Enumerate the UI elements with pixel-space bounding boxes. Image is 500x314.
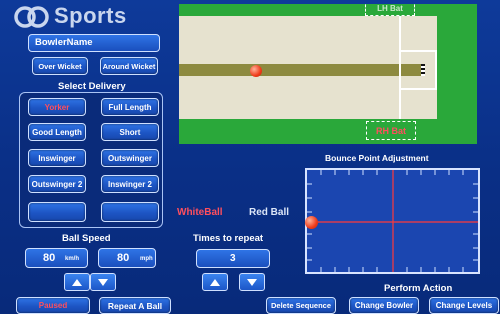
speed-mph-value: 80 [117,252,130,264]
times-to-repeat-heading: Times to repeat [193,233,264,244]
arrow-down-icon [247,278,257,286]
delivery-good-length-button[interactable]: Good Length [28,123,86,141]
delivery-full-length-button[interactable]: Full Length [101,98,159,116]
speed-kmh-unit: km/h [65,256,80,262]
ball-speed-heading: Ball Speed [62,233,111,244]
change-bowler-label: Change Bowler [354,301,414,310]
rh-bat-box[interactable]: RH Bat [366,121,416,140]
pitch-top-strip [179,4,477,8]
delivery-short-button[interactable]: Short [101,123,159,141]
over-wicket-label: Over Wicket [38,61,82,71]
arrow-up-icon [210,278,220,286]
repeat-a-ball-label: Repeat A Ball [107,300,163,311]
speed-mph-unit: mph [140,256,153,262]
around-wicket-label: Around Wicket [102,61,156,71]
arrow-up-icon [72,278,82,286]
return-crease-top [399,50,437,52]
bounce-point-grid[interactable] [305,168,480,274]
bowling-crease-line [435,50,437,89]
delete-sequence-button[interactable]: Delete Sequence [266,297,336,314]
logo-mark-icon [14,6,49,28]
bounce-grid-ticks [307,170,478,272]
bounce-point-heading: Bounce Point Adjustment [325,153,429,163]
delivery-short-label: Short [119,127,141,137]
perform-action-heading: Perform Action [384,283,453,294]
logo: Sports [14,3,154,28]
white-ball-option[interactable]: WhiteBall [177,207,223,218]
lh-bat-label: LH Bat [377,4,403,13]
delivery-full-length-label: Full Length [108,102,152,112]
speed-kmh-field[interactable]: 80 km/h [25,248,88,268]
delivery-empty-slot-1-button[interactable] [28,202,86,222]
delivery-yorker-button[interactable]: Yorker [28,98,86,116]
repeat-a-ball-button[interactable]: Repeat A Ball [99,297,171,314]
pitch-strip [179,64,421,76]
delivery-outswinger-2-label: Outswinger 2 [31,179,83,189]
paused-button[interactable]: Paused [16,297,90,314]
stumps-icon [421,64,425,76]
delivery-good-length-label: Good Length [32,127,82,137]
delivery-empty-slot-2-button[interactable] [101,202,159,222]
bowler-name-field[interactable]: BowlerName [28,34,160,52]
lh-bat-box[interactable]: LH Bat [365,4,415,16]
speed-up-button[interactable] [64,273,90,291]
delivery-inswinger-2-button[interactable]: Inswinger 2 [101,175,159,193]
bounce-point-marker[interactable] [305,216,318,229]
delivery-yorker-label: Yorker [44,102,70,112]
delivery-inswinger-2-label: Inswinger 2 [107,179,152,189]
ball-position-marker[interactable] [250,65,262,77]
popping-crease-line [399,16,401,119]
speed-kmh-value: 80 [43,252,56,264]
delivery-inswinger-button[interactable]: Inswinger [28,149,86,167]
change-levels-label: Change Levels [435,301,493,310]
repeat-count-field[interactable]: 3 [196,249,270,268]
rh-bat-label: RH Bat [375,125,406,136]
delivery-inswinger-label: Inswinger [38,153,76,163]
select-delivery-heading: Select Delivery [58,81,126,92]
logo-text: Sports [54,3,127,28]
around-wicket-button[interactable]: Around Wicket [100,57,158,75]
repeat-count-value: 3 [230,253,236,264]
bowler-name-value: BowlerName [35,37,93,48]
delivery-outswinger-2-button[interactable]: Outswinger 2 [28,175,86,193]
repeat-up-button[interactable] [202,273,228,291]
over-wicket-button[interactable]: Over Wicket [32,57,88,75]
delivery-outswinger-button[interactable]: Outswinger [101,149,159,167]
repeat-down-button[interactable] [239,273,265,291]
speed-down-button[interactable] [90,273,116,291]
pitch-view: LH Bat RH Bat [179,4,477,144]
delete-sequence-label: Delete Sequence [270,301,332,310]
speed-mph-field[interactable]: 80 mph [98,248,156,268]
change-levels-button[interactable]: Change Levels [429,297,499,314]
return-crease-bottom [399,88,437,90]
red-ball-option[interactable]: Red Ball [249,207,289,218]
delivery-outswinger-label: Outswinger [107,153,152,163]
paused-label: Paused [38,301,68,310]
change-bowler-button[interactable]: Change Bowler [349,297,419,314]
arrow-down-icon [98,278,108,286]
